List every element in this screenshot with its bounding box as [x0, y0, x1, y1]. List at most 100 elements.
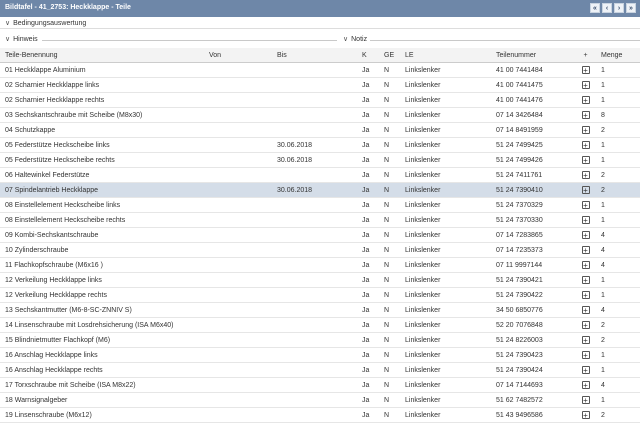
quantity-cell: 1 [596, 272, 640, 288]
table-row[interactable]: 08 Einstellelement Heckscheibe links Ja N L… [0, 197, 640, 213]
part-name-cell: 15 Blindnietmutter Flachkopf (M6) [0, 332, 204, 348]
add-to-list-icon[interactable]: + [581, 230, 590, 239]
add-to-list-icon[interactable]: + [581, 350, 590, 359]
table-row[interactable]: 04 Schutzkappe Ja N Linkslenker 07 14 849195… [0, 122, 640, 138]
quantity-cell: 1 [596, 287, 640, 303]
quantity-cell: 1 [596, 347, 640, 363]
add-to-list-icon[interactable]: + [581, 260, 590, 269]
table-row[interactable]: 07 Spindelantrieb Heckklappe 30.06.2018 Ja… [0, 182, 640, 198]
add-cell: + [575, 182, 596, 198]
pager-buttons: « ‹ › » [590, 3, 636, 13]
part-number-cell: 07 14 7283865 [491, 227, 575, 243]
valid-to-cell [272, 347, 357, 363]
le-cell: Linkslenker [400, 347, 491, 363]
table-row[interactable]: 19 Linsenschraube (M6x12) Ja N Linkslenker 5… [0, 407, 640, 423]
add-to-list-icon[interactable]: + [581, 395, 590, 404]
add-to-list-icon[interactable]: + [581, 335, 590, 344]
table-row[interactable]: 06 Haltewinkel Federstütze Ja N Linkslenker… [0, 167, 640, 183]
add-to-list-icon[interactable]: + [581, 245, 590, 254]
column-header-ge[interactable]: GE [379, 48, 400, 63]
add-to-list-icon[interactable]: + [581, 365, 590, 374]
add-to-list-icon[interactable]: + [581, 155, 590, 164]
chevron-down-icon: ∨ [343, 36, 349, 43]
add-cell: + [575, 77, 596, 93]
add-to-list-icon[interactable]: + [581, 185, 590, 194]
first-page-button[interactable]: « [590, 3, 600, 13]
table-row[interactable]: 10 Zylinderschraube Ja N Linkslenker 07 14 7… [0, 242, 640, 258]
le-cell: Linkslenker [400, 62, 491, 78]
table-row[interactable]: 03 Sechskantschraube mit Scheibe (M8x30)… [0, 107, 640, 123]
table-row[interactable]: 05 Federstütze Heckscheibe links 30.06.20… [0, 137, 640, 153]
le-cell: Linkslenker [400, 272, 491, 288]
le-cell: Linkslenker [400, 257, 491, 273]
table-row[interactable]: 17 Torxschraube mit Scheibe (ISA M8x22) J… [0, 377, 640, 393]
last-page-button[interactable]: » [626, 3, 636, 13]
valid-to-cell [272, 302, 357, 318]
add-to-list-icon[interactable]: + [581, 380, 590, 389]
ge-cell: N [379, 197, 400, 213]
add-to-list-icon[interactable]: + [581, 275, 590, 284]
quantity-cell: 1 [596, 137, 640, 153]
table-row[interactable]: 14 Linsenschraube mit Losdrehsicherung (… [0, 317, 640, 333]
valid-from-cell [204, 107, 272, 123]
table-row[interactable]: 12 Verkeilung Heckklappe rechts Ja N Linksl… [0, 287, 640, 303]
quantity-cell: 2 [596, 317, 640, 333]
add-to-list-icon[interactable]: + [581, 80, 590, 89]
add-to-list-icon[interactable]: + [581, 200, 590, 209]
column-header-from[interactable]: Von [204, 48, 272, 63]
valid-from-cell [204, 92, 272, 108]
chevron-down-icon: ∨ [5, 20, 11, 27]
valid-to-cell [272, 317, 357, 333]
add-to-list-icon[interactable]: + [581, 65, 590, 74]
condition-section[interactable]: ∨ Bedingungsauswertung [0, 17, 640, 29]
add-to-list-icon[interactable]: + [581, 125, 590, 134]
column-header-to[interactable]: Bis [272, 48, 357, 63]
valid-to-cell [272, 242, 357, 258]
add-to-list-icon[interactable]: + [581, 410, 590, 419]
k-cell: Ja [357, 347, 379, 363]
ge-cell: N [379, 302, 400, 318]
previous-page-button[interactable]: ‹ [602, 3, 612, 13]
quantity-cell: 4 [596, 302, 640, 318]
table-row[interactable]: 02 Scharnier Heckklappe rechts Ja N Linksle… [0, 92, 640, 108]
add-to-list-icon[interactable]: + [581, 215, 590, 224]
ge-cell: N [379, 392, 400, 408]
column-header-le[interactable]: LE [400, 48, 491, 63]
valid-from-cell [204, 77, 272, 93]
table-row[interactable]: 01 Heckklappe Aluminium Ja N Linkslenker 41 … [0, 62, 640, 78]
quantity-cell: 1 [596, 392, 640, 408]
next-page-button[interactable]: › [614, 3, 624, 13]
part-number-cell: 51 24 7390421 [491, 272, 575, 288]
k-cell: Ja [357, 287, 379, 303]
hint-section[interactable]: ∨ Hinweis [5, 35, 38, 43]
column-header-part-number[interactable]: Teilenummer [491, 48, 575, 63]
add-to-list-icon[interactable]: + [581, 110, 590, 119]
k-cell: Ja [357, 92, 379, 108]
k-cell: Ja [357, 407, 379, 423]
table-row[interactable]: 09 Kombi-Sechskantschraube Ja N Linkslenker… [0, 227, 640, 243]
table-row[interactable]: 18 Warnsignalgeber Ja N Linkslenker 51 62 74… [0, 392, 640, 408]
add-to-list-icon[interactable]: + [581, 290, 590, 299]
add-to-list-icon[interactable]: + [581, 320, 590, 329]
table-row[interactable]: 16 Anschlag Heckklappe rechts Ja N Linkslen… [0, 362, 640, 378]
table-row[interactable]: 02 Scharnier Heckklappe links Ja N Linkslen… [0, 77, 640, 93]
add-to-list-icon[interactable]: + [581, 170, 590, 179]
table-row[interactable]: 12 Verkeilung Heckklappe links Ja N Linksle… [0, 272, 640, 288]
table-row[interactable]: 13 Sechskantmutter (M6-8-SC-ZNNIV S) Ja N L… [0, 302, 640, 318]
k-cell: Ja [357, 257, 379, 273]
table-row[interactable]: 11 Flachkopfschraube (M6x16 ) Ja N Linkslen… [0, 257, 640, 273]
table-row[interactable]: 08 Einstellelement Heckscheibe rechts Ja N… [0, 212, 640, 228]
column-header-name[interactable]: Teile-Benennung [0, 48, 204, 63]
add-to-list-icon[interactable]: + [581, 305, 590, 314]
part-number-cell: 51 24 7390422 [491, 287, 575, 303]
column-header-k[interactable]: K [357, 48, 379, 63]
part-name-cell: 01 Heckklappe Aluminium [0, 62, 204, 78]
table-row[interactable]: 15 Blindnietmutter Flachkopf (M6) Ja N Link… [0, 332, 640, 348]
quantity-cell: 4 [596, 257, 640, 273]
add-to-list-icon[interactable]: + [581, 95, 590, 104]
add-to-list-icon[interactable]: + [581, 140, 590, 149]
column-header-quantity[interactable]: Menge [596, 48, 640, 63]
table-row[interactable]: 16 Anschlag Heckklappe links Ja N Linkslenk… [0, 347, 640, 363]
note-section[interactable]: ∨ Notiz [343, 35, 367, 43]
table-row[interactable]: 05 Federstütze Heckscheibe rechts 30.06.2… [0, 152, 640, 168]
